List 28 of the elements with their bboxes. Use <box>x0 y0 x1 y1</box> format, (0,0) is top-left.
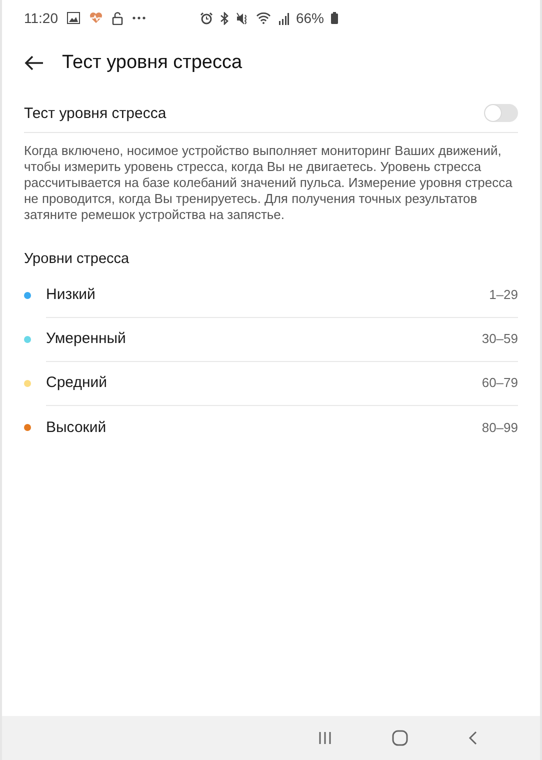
description-text: Когда включено, носимое устройство выполняет мониторинг Ваших движений, чтобы измерить уровень стресса, когда Вы не двигаетесь. Уровень стресса рассчитывается на базе колебаний значений пульса. Измерение уровня стресса не проводится, когда Вы тренируетесь. Для получения точных результатов затяните ремешок устройства на запястье. <box>24 143 514 223</box>
page-title: Тест уровня стресса <box>62 52 242 74</box>
home-button[interactable] <box>392 730 408 746</box>
level-name: Высокий <box>46 418 106 436</box>
battery-icon <box>331 12 338 24</box>
more-icon <box>132 16 146 20</box>
level-name: Низкий <box>46 286 96 303</box>
level-range: 30–59 <box>482 331 518 346</box>
status-time: 11:20 <box>24 10 58 26</box>
level-name: Средний <box>46 374 107 391</box>
back-nav-button[interactable] <box>468 730 478 746</box>
level-range: 80–99 <box>482 420 518 434</box>
battery-percentage: 66% <box>296 10 324 26</box>
bluetooth-icon <box>220 12 229 24</box>
section-title: Уровни стресса <box>24 251 130 267</box>
setting-label: Тест уровня стресса <box>24 104 166 122</box>
level-range: 60–79 <box>482 375 518 390</box>
image-icon <box>67 12 80 24</box>
signal-icon <box>278 12 289 24</box>
toggle-switch[interactable] <box>484 104 518 122</box>
mute-icon <box>236 12 249 24</box>
level-name: Умеренный <box>46 330 126 347</box>
heart-icon <box>89 12 103 24</box>
recent-apps-button[interactable] <box>318 731 332 745</box>
level-range: 1–29 <box>489 287 518 302</box>
lock-icon <box>112 12 123 24</box>
wifi-icon <box>256 12 271 24</box>
alarm-icon <box>200 12 213 24</box>
